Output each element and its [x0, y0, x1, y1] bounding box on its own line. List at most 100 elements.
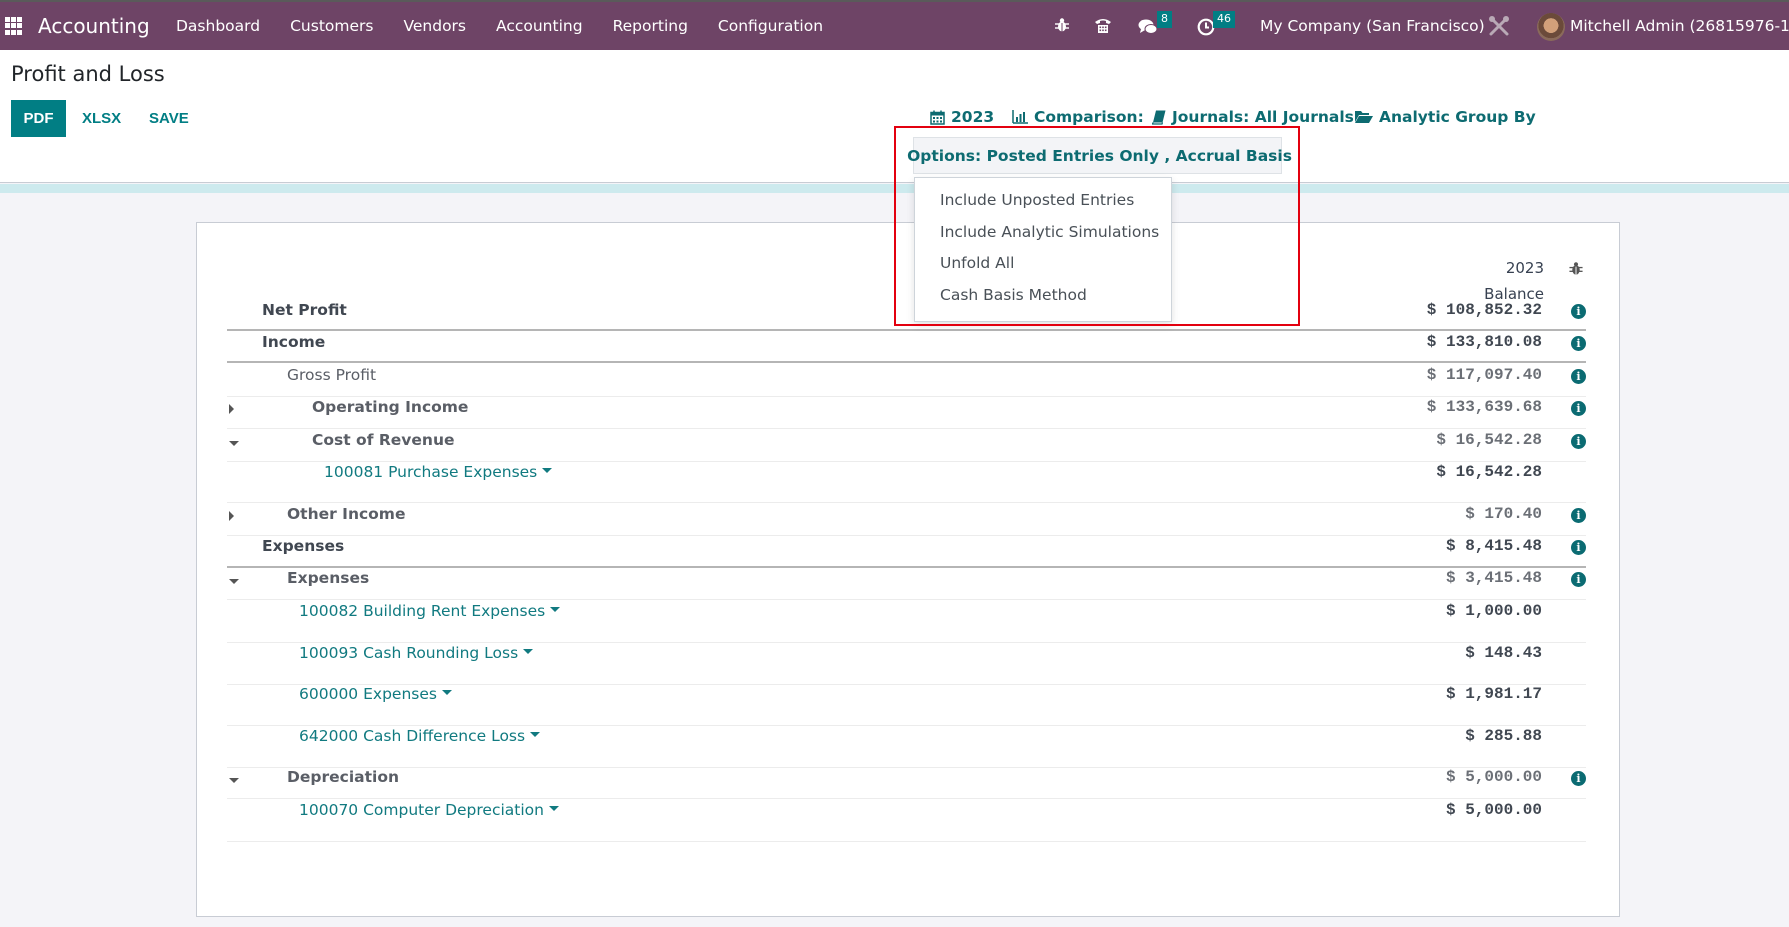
info-icon[interactable]: i	[1571, 572, 1586, 587]
row-label: Operating Income	[312, 398, 469, 416]
caret-right-icon[interactable]	[229, 404, 234, 414]
chat-icon[interactable]	[1138, 18, 1158, 35]
row-amount: $ 133,639.68	[1426, 398, 1542, 416]
report-row[interactable]: 600000 Expenses $ 1,981.17	[227, 685, 1586, 726]
report-row: Gross Profit $ 117,097.40 i	[227, 366, 1586, 397]
report-row[interactable]: 100070 Computer Depreciation $ 5,000.00	[227, 801, 1586, 842]
row-label: Net Profit	[262, 301, 347, 319]
debug-bug-icon[interactable]	[1569, 261, 1583, 276]
account-link[interactable]: 100081 Purchase Expenses	[324, 463, 553, 481]
info-icon[interactable]: i	[1571, 401, 1586, 416]
option-include-analytic-simulations[interactable]: Include Analytic Simulations	[915, 217, 1171, 249]
user-avatar[interactable]	[1537, 13, 1565, 41]
info-icon[interactable]: i	[1571, 304, 1586, 319]
account-menu-caret-icon[interactable]	[441, 690, 452, 695]
report-row[interactable]: Expenses $ 3,415.48 i	[227, 569, 1586, 600]
row-amount: $ 285.88	[1465, 727, 1542, 745]
report-row[interactable]: 100081 Purchase Expenses $ 16,542.28	[227, 463, 1586, 503]
account-link[interactable]: 600000 Expenses	[299, 685, 452, 703]
info-icon[interactable]: i	[1571, 540, 1586, 555]
account-menu-caret-icon[interactable]	[542, 468, 553, 473]
menu-configuration[interactable]: Configuration	[718, 17, 823, 35]
report-row[interactable]: Other Income $ 170.40 i	[227, 505, 1586, 536]
options-filter-label: Options: Posted Entries Only , Accrual B…	[907, 146, 1292, 165]
activities-badge: 46	[1213, 11, 1235, 28]
row-label: Expenses	[287, 569, 370, 587]
xlsx-button[interactable]: XLSX	[82, 100, 121, 137]
report-row: Expenses $ 8,415.48 i	[227, 537, 1586, 568]
option-cash-basis[interactable]: Cash Basis Method	[915, 280, 1171, 312]
phone-icon[interactable]	[1094, 17, 1112, 34]
top-navbar: Accounting Dashboard Customers Vendors A…	[0, 0, 1789, 50]
pdf-button[interactable]: PDF	[11, 100, 66, 137]
row-label: Expenses	[262, 537, 345, 555]
report-row[interactable]: 100093 Cash Rounding Loss $ 148.43	[227, 644, 1586, 685]
menu-accounting[interactable]: Accounting	[496, 17, 583, 35]
page-title: Profit and Loss	[11, 62, 165, 86]
column-period-header: 2023	[1505, 259, 1544, 277]
report-row[interactable]: Cost of Revenue $ 16,542.28 i	[227, 431, 1586, 462]
analytic-group-filter-label: Analytic Group By	[1379, 108, 1536, 126]
comparison-filter-label: Comparison:	[1034, 108, 1144, 126]
row-amount: $ 8,415.48	[1445, 537, 1542, 555]
info-icon[interactable]: i	[1571, 336, 1586, 351]
caret-right-icon[interactable]	[229, 511, 234, 521]
row-label: Gross Profit	[287, 366, 377, 384]
bar-chart-icon	[1012, 110, 1028, 124]
row-amount: $ 170.40	[1465, 505, 1542, 523]
account-menu-caret-icon[interactable]	[530, 732, 541, 737]
account-menu-caret-icon[interactable]	[548, 806, 559, 811]
account-menu-caret-icon[interactable]	[523, 649, 534, 654]
report-row[interactable]: Depreciation $ 5,000.00 i	[227, 768, 1586, 799]
report-row[interactable]: 100082 Building Rent Expenses $ 1,000.00	[227, 602, 1586, 643]
report-row: Net Profit $ 108,852.32 i	[227, 301, 1586, 331]
menu-customers[interactable]: Customers	[290, 17, 373, 35]
app-brand[interactable]: Accounting	[38, 14, 150, 38]
report-row[interactable]: 642000 Cash Difference Loss $ 285.88	[227, 727, 1586, 768]
account-link[interactable]: 100082 Building Rent Expenses	[299, 602, 561, 620]
journals-filter-label: Journals: All Journals	[1172, 108, 1354, 126]
option-unfold-all[interactable]: Unfold All	[915, 248, 1171, 280]
options-filter-button[interactable]: Options: Posted Entries Only , Accrual B…	[907, 137, 1292, 174]
info-icon[interactable]: i	[1571, 771, 1586, 786]
caret-down-icon[interactable]	[229, 441, 239, 446]
options-dropdown: Include Unposted Entries Include Analyti…	[914, 177, 1172, 322]
messages-badge: 8	[1157, 11, 1172, 28]
save-button[interactable]: SAVE	[149, 100, 189, 137]
account-link[interactable]: 100093 Cash Rounding Loss	[299, 644, 534, 662]
caret-down-icon[interactable]	[229, 579, 239, 584]
option-include-unposted[interactable]: Include Unposted Entries	[915, 185, 1171, 217]
info-icon[interactable]: i	[1571, 369, 1586, 384]
account-menu-caret-icon[interactable]	[550, 607, 561, 612]
comparison-filter[interactable]: Comparison:	[1012, 108, 1144, 126]
info-icon[interactable]: i	[1571, 434, 1586, 449]
company-switcher[interactable]: My Company (San Francisco)	[1260, 17, 1485, 35]
apps-menu-icon[interactable]	[5, 17, 23, 35]
analytic-group-filter[interactable]: Analytic Group By	[1355, 108, 1536, 126]
row-amount: $ 133,810.08	[1426, 333, 1542, 351]
date-filter[interactable]: 2023	[930, 108, 994, 126]
report-row[interactable]: Operating Income $ 133,639.68 i	[227, 398, 1586, 429]
book-icon	[1152, 110, 1166, 125]
caret-down-icon[interactable]	[229, 778, 239, 783]
row-label: Income	[262, 333, 326, 351]
row-amount: $ 16,542.28	[1436, 463, 1542, 481]
control-panel-divider	[0, 184, 1789, 193]
row-amount: $ 117,097.40	[1426, 366, 1542, 384]
row-amount: $ 5,000.00	[1445, 801, 1542, 819]
menu-dashboard[interactable]: Dashboard	[176, 17, 260, 35]
bug-icon[interactable]	[1055, 17, 1069, 33]
journals-filter[interactable]: Journals: All Journals	[1152, 108, 1354, 126]
row-amount: $ 1,981.17	[1445, 685, 1542, 703]
info-icon[interactable]: i	[1571, 508, 1586, 523]
row-label: Other Income	[287, 505, 406, 523]
account-link[interactable]: 100070 Computer Depreciation	[299, 801, 559, 819]
main-menu: Dashboard Customers Vendors Accounting R…	[176, 17, 853, 35]
account-link[interactable]: 642000 Cash Difference Loss	[299, 727, 541, 745]
tools-icon[interactable]	[1488, 15, 1510, 37]
row-amount: $ 108,852.32	[1426, 301, 1542, 319]
row-label: Depreciation	[287, 768, 399, 786]
menu-vendors[interactable]: Vendors	[403, 17, 466, 35]
user-menu[interactable]: Mitchell Admin (26815976-16-	[1570, 17, 1789, 35]
menu-reporting[interactable]: Reporting	[613, 17, 688, 35]
